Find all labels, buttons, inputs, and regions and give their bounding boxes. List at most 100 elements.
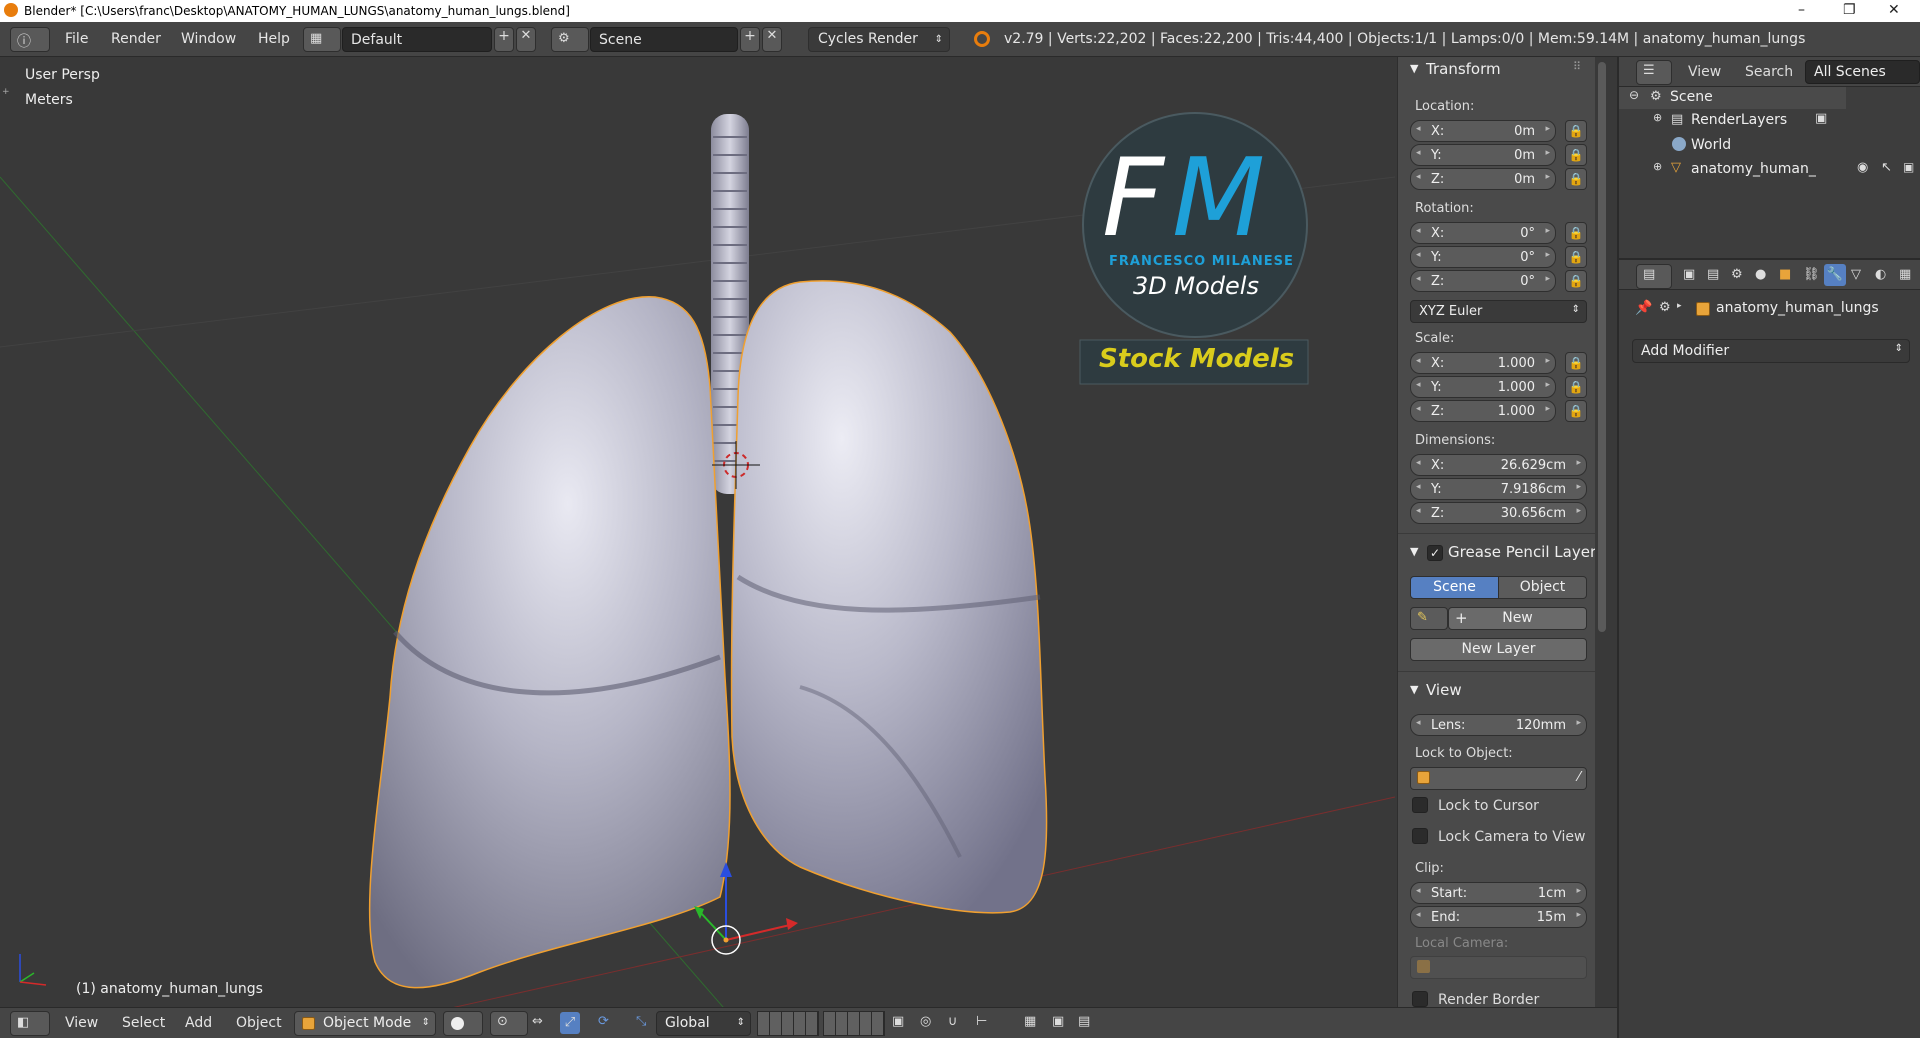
render-border-checkbox[interactable]: [1412, 991, 1428, 1007]
data-tab-icon[interactable]: ▽: [1851, 267, 1861, 282]
texture-tab-icon[interactable]: ▦: [1899, 267, 1911, 282]
menu-window[interactable]: Window: [181, 31, 236, 47]
outliner-menu-search[interactable]: Search: [1745, 64, 1793, 80]
object-tab-icon[interactable]: ■: [1779, 267, 1791, 282]
location-y-lock-icon[interactable]: 🔒: [1565, 144, 1587, 166]
drag-handle-icon[interactable]: ⠿: [1573, 60, 1581, 73]
scene-layers-grid-2-icon[interactable]: [823, 1011, 885, 1036]
render-image-icon[interactable]: ▣: [1052, 1014, 1064, 1029]
shelf-scrollbar[interactable]: [1598, 62, 1606, 632]
scale-z-lock-icon[interactable]: 🔒: [1565, 400, 1587, 422]
scene-tab-icon[interactable]: ⚙: [1731, 267, 1743, 282]
location-z-lock-icon[interactable]: 🔒: [1565, 168, 1587, 190]
close-button[interactable]: ✕: [1888, 2, 1900, 18]
rotation-mode-select[interactable]: XYZ Euler ⇕: [1410, 300, 1587, 323]
snap-target-icon[interactable]: ▦: [1024, 1014, 1036, 1029]
scale-y-lock-icon[interactable]: 🔒: [1565, 376, 1587, 398]
location-y-field[interactable]: ◂ Y: 0m ▸: [1410, 144, 1556, 166]
screen-layout-button[interactable]: ▦: [303, 27, 341, 52]
pin-icon[interactable]: 📌: [1635, 300, 1652, 316]
menu-select[interactable]: Select: [122, 1015, 165, 1031]
new-layer-button[interactable]: New Layer: [1410, 638, 1587, 661]
menu-view[interactable]: View: [65, 1015, 98, 1031]
material-tab-icon[interactable]: ◐: [1875, 267, 1886, 282]
dimensions-x-field[interactable]: ◂ X: 26.629cm ▸: [1410, 454, 1587, 476]
properties-editor-type-button[interactable]: ▤: [1636, 264, 1672, 289]
location-x-lock-icon[interactable]: 🔒: [1565, 120, 1587, 142]
outliner-filter-select[interactable]: All Scenes: [1805, 60, 1920, 84]
outliner-row-object[interactable]: ⊕ ▽ anatomy_human_lungs ◉ ↖ ▣: [1619, 158, 1920, 182]
scale-x-lock-icon[interactable]: 🔒: [1565, 352, 1587, 374]
pivot-point-button[interactable]: ⊙: [490, 1011, 528, 1036]
expand-plus-icon[interactable]: ⊕: [1653, 111, 1662, 124]
translate-manipulator-icon[interactable]: ⤢: [560, 1012, 580, 1034]
add-modifier-select[interactable]: Add Modifier ⇕: [1632, 339, 1910, 363]
transform-orientation-select[interactable]: Global ⇕: [656, 1011, 751, 1036]
grease-pencil-panel-header[interactable]: ▼ ✓ Grease Pencil Layer: [1398, 540, 1595, 566]
snap-element-icon[interactable]: ⊢: [976, 1014, 987, 1029]
interaction-mode-select[interactable]: Object Mode ⇕: [294, 1011, 436, 1036]
render-engine-select[interactable]: Cycles Render ⇕: [808, 27, 950, 52]
minimize-button[interactable]: –: [1798, 2, 1805, 18]
rotation-y-lock-icon[interactable]: 🔒: [1565, 246, 1587, 268]
menu-render[interactable]: Render: [111, 31, 161, 47]
3d-viewport[interactable]: User Persp Meters (1) anatomy_human_lung…: [0, 57, 1395, 1007]
rotation-y-field[interactable]: ◂ Y: 0° ▸: [1410, 246, 1556, 268]
eye-icon[interactable]: ◉: [1857, 160, 1868, 175]
rotation-x-field[interactable]: ◂ X: 0° ▸: [1410, 222, 1556, 244]
outliner-row-scene[interactable]: ⊖ ⚙ Scene: [1619, 87, 1846, 109]
rotation-z-field[interactable]: ◂ Z: 0° ▸: [1410, 270, 1556, 292]
add-layout-button[interactable]: +: [494, 27, 514, 52]
modifiers-tab-icon[interactable]: 🔧: [1824, 264, 1846, 286]
proportional-edit-icon[interactable]: ◎: [920, 1014, 931, 1029]
lock-object-field[interactable]: ⁄: [1410, 767, 1587, 790]
menu-file[interactable]: File: [65, 31, 88, 47]
clip-end-field[interactable]: ◂ End: 15m ▸: [1410, 906, 1587, 928]
menu-add[interactable]: Add: [185, 1015, 212, 1031]
clip-start-field[interactable]: ◂ Start: 1cm ▸: [1410, 882, 1587, 904]
manipulator-toggle-icon[interactable]: ⇔: [532, 1014, 543, 1029]
dimensions-z-field[interactable]: ◂ Z: 30.656cm ▸: [1410, 502, 1587, 524]
rotation-z-lock-icon[interactable]: 🔒: [1565, 270, 1587, 292]
render-animation-icon[interactable]: ▤: [1078, 1014, 1090, 1029]
camera-render-icon[interactable]: ▣: [1903, 160, 1914, 174]
transform-panel-header[interactable]: ▼ Transform ⠿: [1398, 57, 1595, 83]
render-tab-icon[interactable]: ▣: [1683, 267, 1695, 282]
rotation-x-lock-icon[interactable]: 🔒: [1565, 222, 1587, 244]
outliner-menu-view[interactable]: View: [1688, 64, 1721, 80]
viewport-shading-button[interactable]: [443, 1011, 483, 1036]
render-layer-toggle-icon[interactable]: ▣: [1815, 111, 1827, 126]
outliner-row-renderlayers[interactable]: ⊕ ▤ RenderLayers ▣: [1619, 109, 1920, 133]
constraints-tab-icon[interactable]: ⛓: [1803, 267, 1820, 282]
left-lung[interactable]: [368, 296, 731, 989]
lock-camera-checkbox[interactable]: [1412, 828, 1428, 844]
location-z-field[interactable]: ◂ Z: 0m ▸: [1410, 168, 1556, 190]
maximize-button[interactable]: ❐: [1843, 2, 1856, 18]
view-panel-header[interactable]: ▼ View: [1398, 678, 1595, 704]
lock-to-cursor-checkbox[interactable]: [1412, 797, 1428, 813]
snap-magnet-icon[interactable]: ∪: [948, 1014, 958, 1029]
scene-layers-grid-icon[interactable]: [757, 1011, 819, 1036]
pointer-icon[interactable]: ↖: [1881, 160, 1892, 175]
editor-type-button[interactable]: ⓘ: [10, 27, 50, 52]
collapse-minus-icon[interactable]: ⊖: [1629, 88, 1639, 102]
eyedropper-icon[interactable]: ⁄: [1578, 770, 1580, 785]
tab-scene[interactable]: Scene: [1410, 576, 1499, 599]
outliner-editor-type-button[interactable]: ☰: [1636, 60, 1672, 85]
dimensions-y-field[interactable]: ◂ Y: 7.9186cm ▸: [1410, 478, 1587, 500]
delete-layout-button[interactable]: ✕: [516, 27, 536, 52]
grease-pencil-new-button[interactable]: + New: [1448, 607, 1587, 630]
scale-manipulator-icon[interactable]: ⤡: [636, 1014, 646, 1029]
outliner-row-world[interactable]: World: [1619, 134, 1920, 158]
expand-plus-icon[interactable]: ⊕: [1653, 160, 1662, 173]
rotate-manipulator-icon[interactable]: ⟳: [598, 1014, 609, 1029]
world-tab-icon[interactable]: ●: [1755, 267, 1766, 282]
menu-object[interactable]: Object: [236, 1015, 282, 1031]
tab-object[interactable]: Object: [1498, 576, 1587, 599]
scale-z-field[interactable]: ◂ Z: 1.000 ▸: [1410, 400, 1556, 422]
pencil-datablock-button[interactable]: ✎: [1410, 607, 1448, 630]
render-layers-tab-icon[interactable]: ▤: [1707, 267, 1719, 282]
viewport-toolshelf-toggle-icon[interactable]: +: [2, 87, 10, 97]
add-scene-button[interactable]: +: [740, 27, 760, 52]
lens-field[interactable]: ◂ Lens: 120mm ▸: [1410, 714, 1587, 736]
